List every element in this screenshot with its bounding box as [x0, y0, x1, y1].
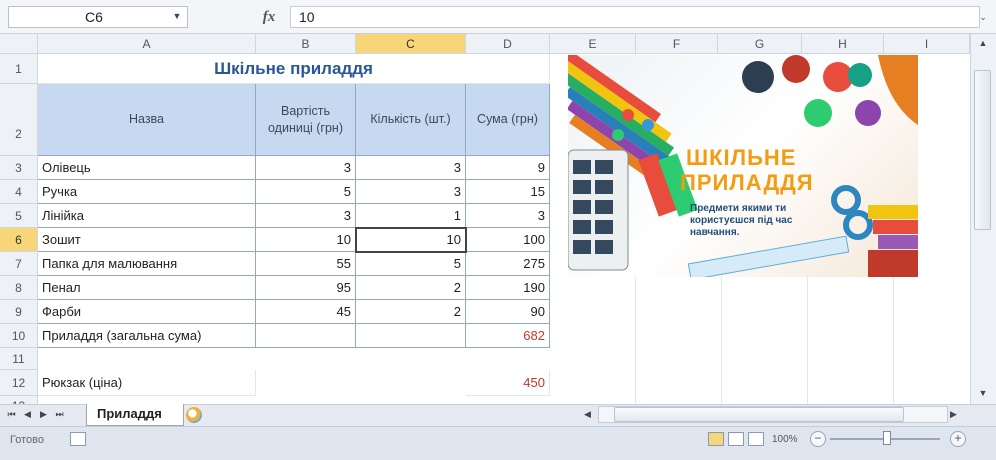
- formula-input[interactable]: 10: [290, 6, 980, 28]
- table-row-quantity[interactable]: 2: [356, 300, 466, 324]
- column-header-h[interactable]: H: [802, 34, 884, 54]
- table-row-unit-cost[interactable]: 45: [256, 300, 356, 324]
- table-row-unit-cost[interactable]: 95: [256, 276, 356, 300]
- column-header-g[interactable]: G: [718, 34, 802, 54]
- table-row-unit-cost[interactable]: 10: [256, 228, 356, 252]
- scroll-right-icon[interactable]: ▶: [950, 406, 962, 423]
- row-header-13[interactable]: 13: [0, 396, 38, 404]
- table-row-sum[interactable]: 90: [466, 300, 550, 324]
- status-bar: [0, 426, 996, 460]
- scroll-up-icon[interactable]: ▲: [975, 38, 991, 52]
- expand-formula-bar-icon[interactable]: ⌄: [976, 9, 990, 25]
- select-all-corner[interactable]: [0, 34, 38, 54]
- scroll-down-icon[interactable]: ▼: [975, 388, 991, 402]
- column-header-b[interactable]: B: [256, 34, 356, 54]
- table-row-unit-cost[interactable]: 5: [256, 180, 356, 204]
- row-header-9[interactable]: 9: [0, 300, 38, 324]
- vertical-scroll-thumb[interactable]: [974, 70, 991, 230]
- table-row-quantity[interactable]: 3: [356, 180, 466, 204]
- scroll-left-icon[interactable]: ◀: [584, 406, 596, 423]
- table-row-sum[interactable]: 275: [466, 252, 550, 276]
- column-header-f[interactable]: F: [636, 34, 718, 54]
- picture-title-line1: ШКІЛЬНЕ: [686, 145, 797, 170]
- table-row-sum[interactable]: 3: [466, 204, 550, 228]
- header-unit-cost[interactable]: Вартість одиниці (грн): [256, 84, 356, 156]
- column-header-c[interactable]: C: [356, 34, 466, 54]
- next-sheet-icon[interactable]: ▶: [38, 404, 49, 424]
- status-ready: Готово: [10, 434, 44, 446]
- last-sheet-icon[interactable]: ⏭: [54, 404, 65, 424]
- previous-sheet-icon[interactable]: ◀: [22, 404, 33, 424]
- picture-caption: Предмети якими ти користуєшся під час на…: [690, 203, 793, 238]
- header-sum[interactable]: Сума (грн): [466, 84, 550, 156]
- column-header-a[interactable]: A: [38, 34, 256, 54]
- table-row-quantity[interactable]: 1: [356, 204, 466, 228]
- column-header-d[interactable]: D: [466, 34, 550, 54]
- page-break-view-button[interactable]: [748, 432, 764, 446]
- table-row-quantity[interactable]: 3: [356, 156, 466, 180]
- table-row-name[interactable]: Олівець: [38, 156, 256, 180]
- column-header-i[interactable]: I: [884, 34, 970, 54]
- total-label[interactable]: Приладдя (загальна сума): [38, 324, 256, 348]
- horizontal-scroll-thumb[interactable]: [614, 407, 904, 422]
- table-row-sum[interactable]: 100: [466, 228, 550, 252]
- row-header-11[interactable]: 11: [0, 348, 38, 370]
- row-header-3[interactable]: 3: [0, 156, 38, 180]
- insert-sheet-icon[interactable]: [186, 407, 202, 423]
- name-box[interactable]: C6: [8, 6, 188, 28]
- row-header-8[interactable]: 8: [0, 276, 38, 300]
- table-row-sum[interactable]: 15: [466, 180, 550, 204]
- row-header-12[interactable]: 12: [0, 370, 38, 396]
- table-row-quantity[interactable]: 10: [356, 228, 466, 252]
- header-quantity[interactable]: Кількість (шт.): [356, 84, 466, 156]
- zoom-in-icon[interactable]: +: [950, 431, 966, 447]
- row-header-4[interactable]: 4: [0, 180, 38, 204]
- backpack-value[interactable]: 450: [466, 370, 550, 396]
- normal-view-button[interactable]: [708, 432, 724, 446]
- sheet-tab-pryladdia[interactable]: Приладдя: [86, 404, 184, 426]
- first-sheet-icon[interactable]: ⏮: [6, 404, 17, 424]
- table-row-name[interactable]: Лінійка: [38, 204, 256, 228]
- table-row-sum[interactable]: 190: [466, 276, 550, 300]
- row-header-2[interactable]: 2: [0, 84, 38, 156]
- zoom-slider-thumb[interactable]: [883, 431, 891, 445]
- table-row-name[interactable]: Папка для малювання: [38, 252, 256, 276]
- school-supplies-picture[interactable]: ШКІЛЬНЕ ПРИЛАДДЯ Предмети якими ти корис…: [568, 55, 918, 277]
- row-header-10[interactable]: 10: [0, 324, 38, 348]
- chevron-down-icon[interactable]: ▼: [170, 6, 184, 26]
- table-row-name[interactable]: Пенал: [38, 276, 256, 300]
- column-header-e[interactable]: E: [550, 34, 636, 54]
- zoom-out-icon[interactable]: −: [810, 431, 826, 447]
- table-row-quantity[interactable]: 2: [356, 276, 466, 300]
- table-row-quantity[interactable]: 5: [356, 252, 466, 276]
- table-row-unit-cost[interactable]: 3: [256, 156, 356, 180]
- row-header-1[interactable]: 1: [0, 54, 38, 84]
- table-row-name[interactable]: Фарби: [38, 300, 256, 324]
- insert-function-button[interactable]: fx: [258, 7, 280, 27]
- total-value[interactable]: 682: [466, 324, 550, 348]
- macro-record-icon[interactable]: [70, 432, 86, 446]
- sheet-title[interactable]: Шкільне приладдя: [38, 54, 550, 84]
- row-header-6[interactable]: 6: [0, 228, 38, 252]
- picture-title-line2: ПРИЛАДДЯ: [680, 170, 814, 195]
- row-header-7[interactable]: 7: [0, 252, 38, 276]
- empty-cell[interactable]: [256, 324, 356, 348]
- page-layout-view-button[interactable]: [728, 432, 744, 446]
- table-row-unit-cost[interactable]: 55: [256, 252, 356, 276]
- empty-cell[interactable]: [356, 324, 466, 348]
- zoom-level[interactable]: 100%: [772, 434, 798, 445]
- table-row-name[interactable]: Зошит: [38, 228, 256, 252]
- table-row-name[interactable]: Ручка: [38, 180, 256, 204]
- backpack-label[interactable]: Рюкзак (ціна): [38, 370, 256, 396]
- table-row-sum[interactable]: 9: [466, 156, 550, 180]
- row-header-5[interactable]: 5: [0, 204, 38, 228]
- table-row-unit-cost[interactable]: 3: [256, 204, 356, 228]
- header-name[interactable]: Назва: [38, 84, 256, 156]
